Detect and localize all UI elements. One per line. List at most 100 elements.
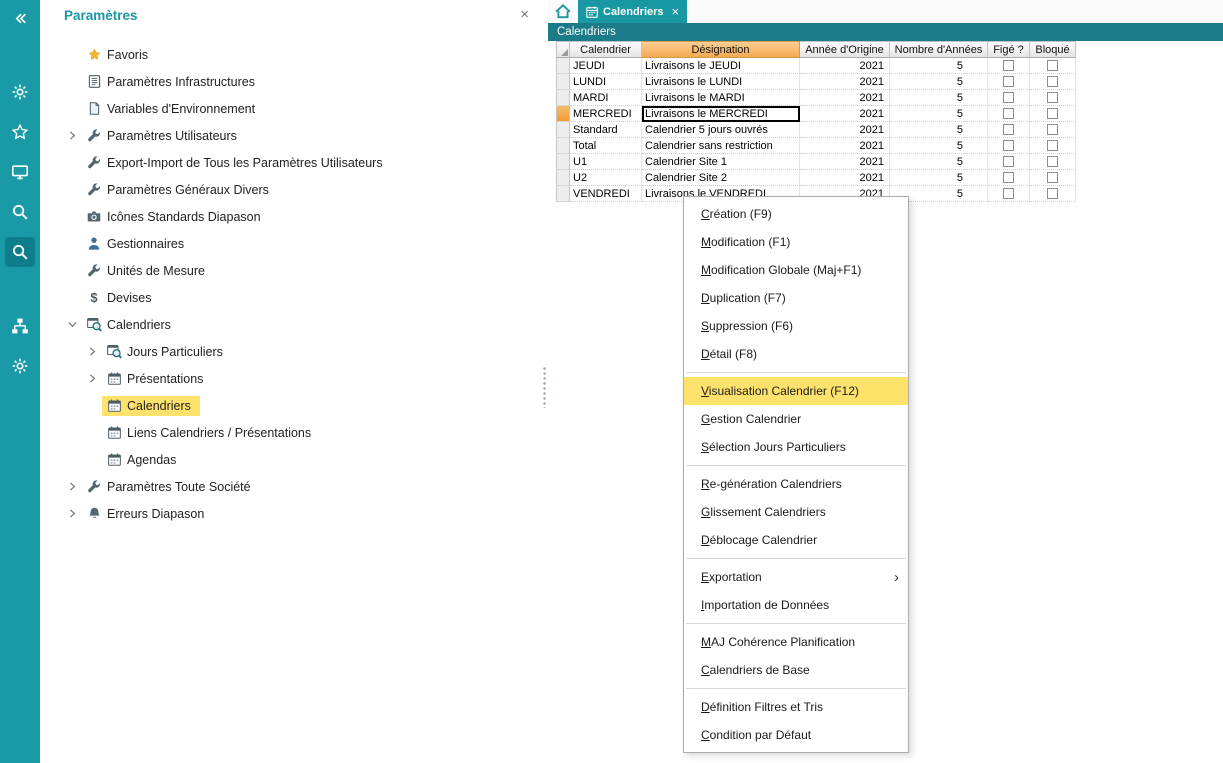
- cell-fige[interactable]: [988, 122, 1030, 138]
- column-header-nombre-annees[interactable]: Nombre d'Années: [890, 41, 988, 58]
- menu-item-duplication[interactable]: Duplication (F7): [684, 284, 908, 312]
- table-row[interactable]: Standard Calendrier 5 jours ouvrés 2021 …: [556, 122, 1076, 138]
- table-row[interactable]: U2 Calendrier Site 2 2021 5: [556, 170, 1076, 186]
- sidebar-item-calendriers[interactable]: Calendriers: [40, 311, 541, 338]
- chevron-right-icon[interactable]: [82, 347, 102, 356]
- cell-nombre-annees[interactable]: 5: [890, 138, 988, 154]
- cell-fige[interactable]: [988, 90, 1030, 106]
- cell-designation[interactable]: Calendrier Site 2: [642, 170, 800, 186]
- cell-nombre-annees[interactable]: 5: [890, 122, 988, 138]
- favorites-star-icon[interactable]: [5, 117, 35, 147]
- sidebar-item-liens-calendriers-presentations[interactable]: Liens Calendriers / Présentations: [40, 419, 541, 446]
- row-selector[interactable]: [556, 90, 570, 106]
- sidebar-item-unites-de-mesure[interactable]: Unités de Mesure: [40, 257, 541, 284]
- cell-annee-origine[interactable]: 2021: [800, 106, 890, 122]
- menu-item-modification-globale[interactable]: Modification Globale (Maj+F1): [684, 256, 908, 284]
- bloque-checkbox[interactable]: [1047, 76, 1058, 87]
- column-header-designation[interactable]: Désignation: [642, 41, 800, 58]
- bloque-checkbox[interactable]: [1047, 172, 1058, 183]
- bloque-checkbox[interactable]: [1047, 140, 1058, 151]
- cell-fige[interactable]: [988, 74, 1030, 90]
- column-header-calendrier[interactable]: Calendrier: [570, 41, 642, 58]
- sidebar-item-calendriers-child[interactable]: Calendriers: [40, 392, 541, 419]
- menu-item-condition-par-defaut[interactable]: Condition par Défaut: [684, 721, 908, 749]
- cell-fige[interactable]: [988, 138, 1030, 154]
- cell-bloque[interactable]: [1030, 186, 1076, 202]
- cell-calendrier[interactable]: VENDREDI: [570, 186, 642, 202]
- row-selector[interactable]: [556, 154, 570, 170]
- menu-item-definition-filtres-et-tris[interactable]: Définition Filtres et Tris: [684, 693, 908, 721]
- cell-designation[interactable]: Livraisons le JEUDI: [642, 58, 800, 74]
- sitemap-icon[interactable]: [5, 311, 35, 341]
- splitter-grip-icon[interactable]: [543, 366, 546, 408]
- menu-item-suppression[interactable]: Suppression (F6): [684, 312, 908, 340]
- search-active-icon[interactable]: [5, 237, 35, 267]
- cell-annee-origine[interactable]: 2021: [800, 74, 890, 90]
- menu-item-glissement-calendriers[interactable]: Glissement Calendriers: [684, 498, 908, 526]
- cell-bloque[interactable]: [1030, 122, 1076, 138]
- table-row[interactable]: Total Calendrier sans restriction 2021 5: [556, 138, 1076, 154]
- chevron-right-icon[interactable]: [62, 482, 82, 491]
- cell-annee-origine[interactable]: 2021: [800, 170, 890, 186]
- cell-designation[interactable]: Calendrier Site 1: [642, 154, 800, 170]
- cell-annee-origine[interactable]: 2021: [800, 154, 890, 170]
- cell-calendrier[interactable]: U1: [570, 154, 642, 170]
- menu-item-gestion-calendrier[interactable]: Gestion Calendrier: [684, 405, 908, 433]
- cell-annee-origine[interactable]: 2021: [800, 90, 890, 106]
- row-selector[interactable]: [556, 122, 570, 138]
- cell-annee-origine[interactable]: 2021: [800, 58, 890, 74]
- column-header-annee-origine[interactable]: Année d'Origine: [800, 41, 890, 58]
- cell-designation[interactable]: Livraisons le MARDI: [642, 90, 800, 106]
- row-selector[interactable]: [556, 186, 570, 202]
- sidebar-item-favoris[interactable]: Favoris: [40, 41, 541, 68]
- menu-item-modification[interactable]: Modification (F1): [684, 228, 908, 256]
- bloque-checkbox[interactable]: [1047, 60, 1058, 71]
- menu-item-deblocage-calendrier[interactable]: Déblocage Calendrier: [684, 526, 908, 554]
- cell-nombre-annees[interactable]: 5: [890, 58, 988, 74]
- cell-nombre-annees[interactable]: 5: [890, 106, 988, 122]
- tab-calendriers[interactable]: Calendriers ×: [578, 0, 687, 23]
- chevron-right-icon[interactable]: [62, 509, 82, 518]
- cell-calendrier[interactable]: MARDI: [570, 90, 642, 106]
- cell-bloque[interactable]: [1030, 170, 1076, 186]
- home-tab-icon[interactable]: [548, 0, 578, 23]
- chevron-right-icon[interactable]: [62, 131, 82, 140]
- cell-calendrier[interactable]: LUNDI: [570, 74, 642, 90]
- sidebar-item-agendas[interactable]: Agendas: [40, 446, 541, 473]
- sidebar-item-parametres-generaux-divers[interactable]: Paramètres Généraux Divers: [40, 176, 541, 203]
- row-selector-active[interactable]: [556, 106, 570, 122]
- menu-item-calendriers-de-base[interactable]: Calendriers de Base: [684, 656, 908, 684]
- cell-calendrier[interactable]: JEUDI: [570, 58, 642, 74]
- column-header-fige[interactable]: Figé ?: [988, 41, 1030, 58]
- menu-item-re-generation-calendriers[interactable]: Re-génération Calendriers: [684, 470, 908, 498]
- cell-nombre-annees[interactable]: 5: [890, 154, 988, 170]
- cell-bloque[interactable]: [1030, 90, 1076, 106]
- sidebar-item-parametres-toute-societe[interactable]: Paramètres Toute Société: [40, 473, 541, 500]
- row-selector[interactable]: [556, 138, 570, 154]
- table-row-selected[interactable]: MERCREDI Livraisons le MERCREDI 2021 5: [556, 106, 1076, 122]
- cell-bloque[interactable]: [1030, 154, 1076, 170]
- fige-checkbox[interactable]: [1003, 60, 1014, 71]
- sidebar-item-jours-particuliers[interactable]: Jours Particuliers: [40, 338, 541, 365]
- menu-item-creation[interactable]: Création (F9): [684, 200, 908, 228]
- sidebar-item-variables-environnement[interactable]: Variables d'Environnement: [40, 95, 541, 122]
- cell-fige[interactable]: [988, 170, 1030, 186]
- chevron-right-icon[interactable]: [82, 374, 102, 383]
- cell-calendrier[interactable]: U2: [570, 170, 642, 186]
- table-row[interactable]: LUNDI Livraisons le LUNDI 2021 5: [556, 74, 1076, 90]
- table-row[interactable]: MARDI Livraisons le MARDI 2021 5: [556, 90, 1076, 106]
- sidebar-close-icon[interactable]: ×: [520, 8, 529, 22]
- fige-checkbox[interactable]: [1003, 188, 1014, 199]
- menu-item-exportation[interactable]: Exportation›: [684, 563, 908, 591]
- menu-item-importation-de-donnees[interactable]: Importation de Données: [684, 591, 908, 619]
- cell-fige[interactable]: [988, 186, 1030, 202]
- column-header-bloque[interactable]: Bloqué: [1030, 41, 1076, 58]
- collapse-sidebar-icon[interactable]: [5, 3, 35, 33]
- search-icon[interactable]: [5, 197, 35, 227]
- table-row[interactable]: U1 Calendrier Site 1 2021 5: [556, 154, 1076, 170]
- cell-nombre-annees[interactable]: 5: [890, 170, 988, 186]
- cell-nombre-annees[interactable]: 5: [890, 90, 988, 106]
- row-selector[interactable]: [556, 58, 570, 74]
- cell-calendrier[interactable]: Standard: [570, 122, 642, 138]
- sidebar-item-parametres-utilisateurs[interactable]: Paramètres Utilisateurs: [40, 122, 541, 149]
